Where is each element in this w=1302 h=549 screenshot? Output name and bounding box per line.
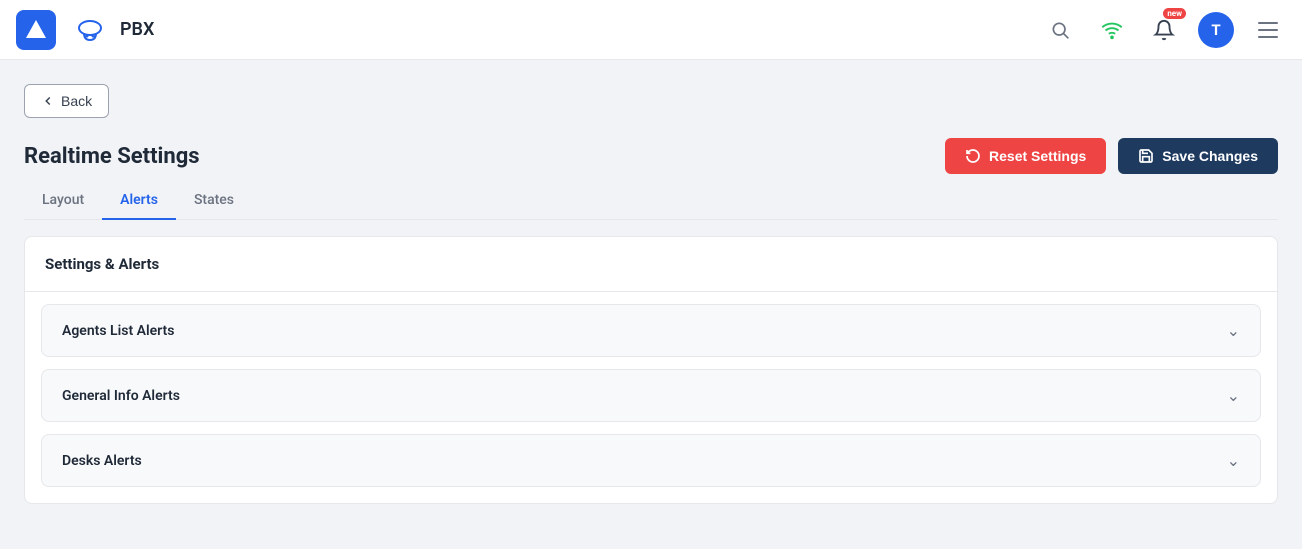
tabs-bar: Layout Alerts States [24, 182, 1278, 220]
tab-layout[interactable]: Layout [24, 182, 102, 220]
reset-settings-button[interactable]: Reset Settings [945, 138, 1106, 174]
back-label: Back [61, 93, 92, 109]
menu-button[interactable] [1250, 12, 1286, 48]
search-button[interactable] [1042, 12, 1078, 48]
notification-button[interactable]: new [1146, 12, 1182, 48]
settings-card: Settings & Alerts Agents List Alerts ⌄ G… [24, 236, 1278, 504]
accordion-desks-alerts[interactable]: Desks Alerts ⌄ [41, 434, 1261, 487]
notification-badge: new [1163, 8, 1186, 19]
header-actions: Reset Settings Save Changes [945, 138, 1278, 174]
wifi-icon [1101, 19, 1123, 41]
reset-label: Reset Settings [989, 148, 1086, 164]
main-content: Back Realtime Settings Reset Settings Sa… [0, 60, 1302, 549]
logo-icon [24, 18, 48, 42]
page-header: Realtime Settings Reset Settings Save Ch… [24, 138, 1278, 174]
accordion-label-agents: Agents List Alerts [62, 323, 174, 339]
accordion-list: Agents List Alerts ⌄ General Info Alerts… [25, 304, 1277, 503]
app-title: PBX [120, 19, 1030, 40]
save-icon [1138, 148, 1154, 164]
app-logo[interactable] [16, 10, 56, 50]
save-label: Save Changes [1162, 148, 1258, 164]
back-arrow-icon [41, 94, 55, 108]
chevron-down-icon-general: ⌄ [1227, 386, 1240, 405]
accordion-general-info-alerts[interactable]: General Info Alerts ⌄ [41, 369, 1261, 422]
accordion-agents-list-alerts[interactable]: Agents List Alerts ⌄ [41, 304, 1261, 357]
hamburger-line-2 [1258, 29, 1278, 31]
save-changes-button[interactable]: Save Changes [1118, 138, 1278, 174]
bell-icon [1153, 19, 1175, 41]
navbar-actions: new T [1042, 12, 1286, 48]
page-title: Realtime Settings [24, 144, 200, 169]
chevron-down-icon-agents: ⌄ [1227, 321, 1240, 340]
settings-card-header: Settings & Alerts [25, 237, 1277, 292]
accordion-label-general: General Info Alerts [62, 388, 180, 404]
pbx-app-icon [72, 12, 108, 48]
tab-alerts[interactable]: Alerts [102, 182, 176, 220]
hamburger-line-1 [1258, 22, 1278, 24]
hamburger-line-3 [1258, 36, 1278, 38]
reset-icon [965, 148, 981, 164]
tab-states[interactable]: States [176, 182, 252, 220]
wifi-button[interactable] [1094, 12, 1130, 48]
navbar: PBX new T [0, 0, 1302, 60]
pbx-icon [74, 14, 106, 46]
user-avatar[interactable]: T [1198, 12, 1234, 48]
chevron-down-icon-desks: ⌄ [1227, 451, 1240, 470]
accordion-label-desks: Desks Alerts [62, 453, 142, 469]
search-icon [1050, 20, 1070, 40]
back-button[interactable]: Back [24, 84, 109, 118]
